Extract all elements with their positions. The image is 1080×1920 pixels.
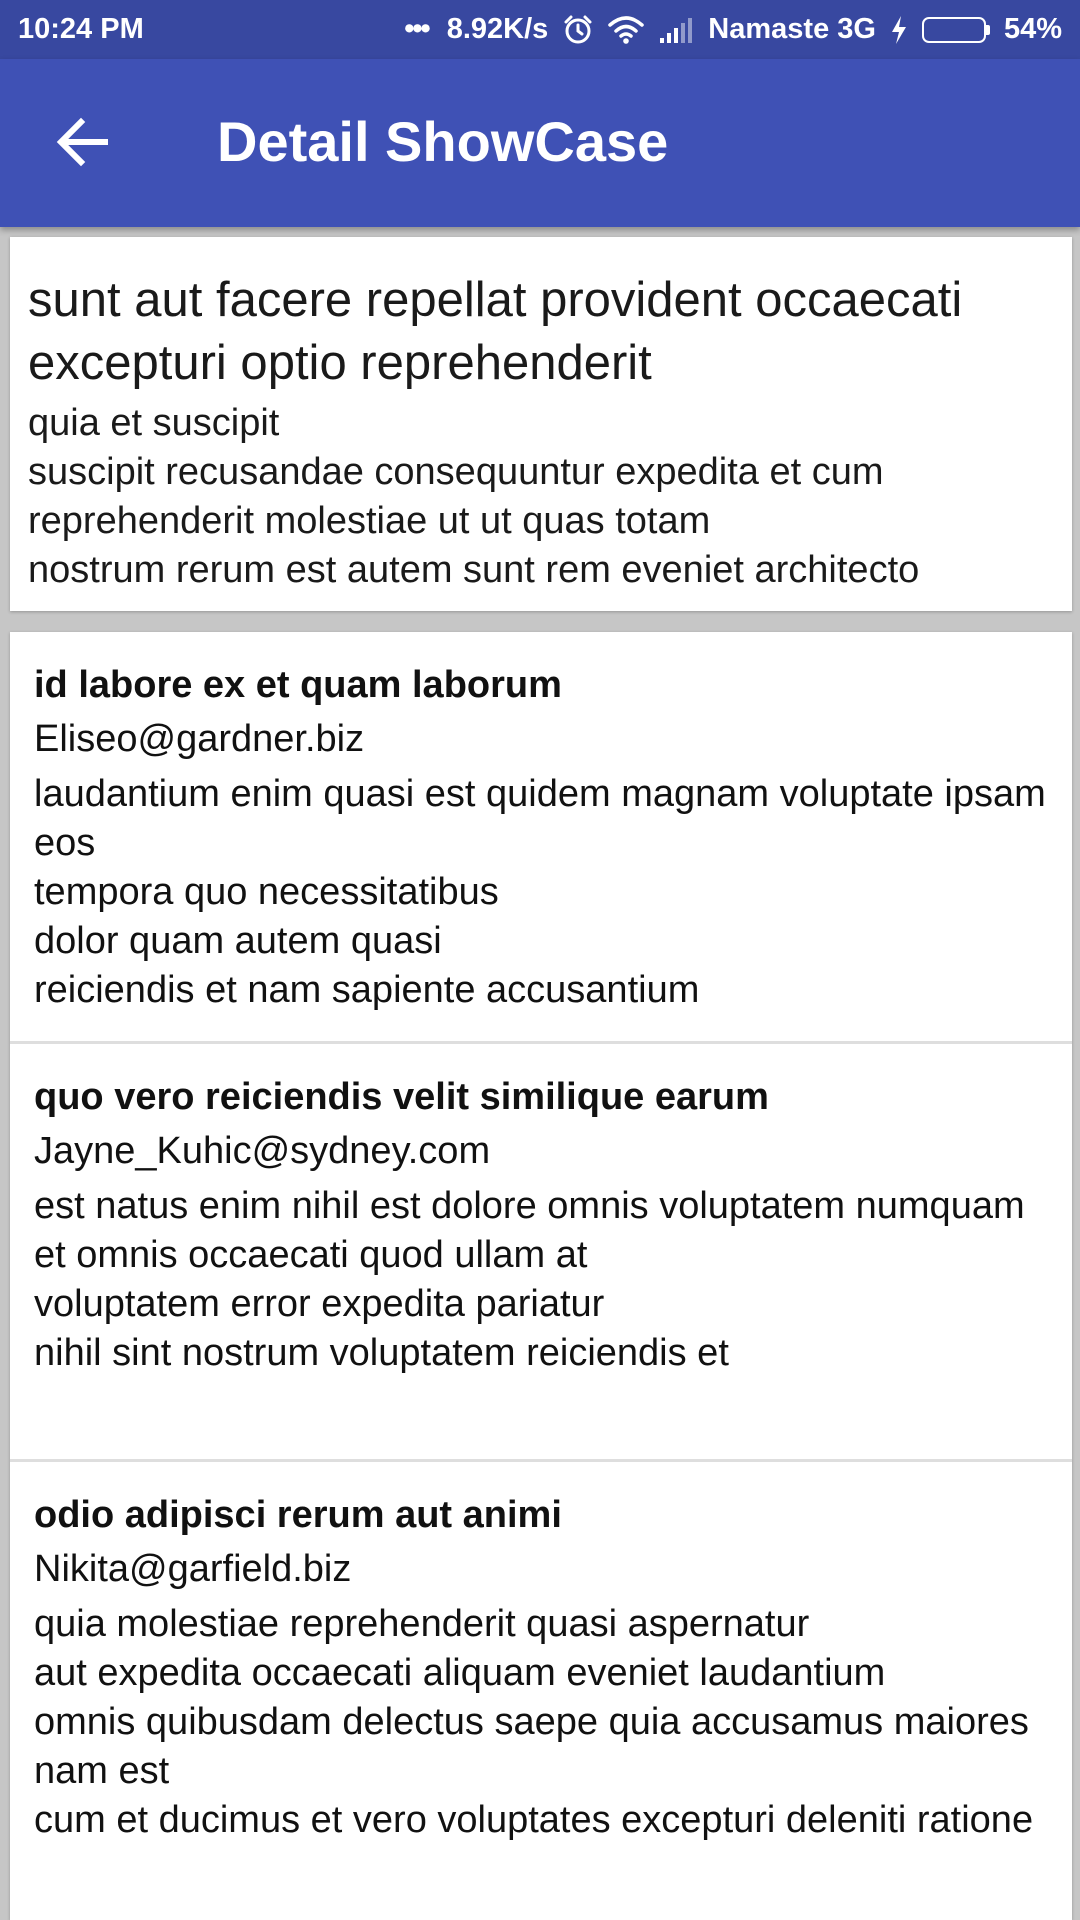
comment-item[interactable]: odio adipisci rerum aut animi Nikita@gar… <box>10 1459 1072 1877</box>
comments-list[interactable]: id labore ex et quam laborum Eliseo@gard… <box>10 632 1072 1920</box>
comment-name: quo vero reiciendis velit similique earu… <box>34 1076 769 1118</box>
alarm-icon <box>562 14 594 46</box>
battery-icon <box>921 16 990 43</box>
back-button[interactable] <box>38 109 128 179</box>
arrow-back-icon <box>55 116 111 173</box>
wifi-icon <box>608 15 645 45</box>
comment-item[interactable]: quo vero reiciendis velit similique earu… <box>10 1041 1072 1459</box>
more-dots-icon: ••• <box>404 13 431 45</box>
comment-name: odio adipisci rerum aut animi <box>34 1494 562 1536</box>
comment-email: Eliseo@gardner.biz <box>34 718 365 760</box>
comment-email: Nikita@garfield.biz <box>34 1548 352 1590</box>
comment-body: laudantium enim quasi est quidem magnam … <box>34 773 1046 1011</box>
status-time: 10:24 PM <box>18 13 144 45</box>
signal-icon <box>658 16 694 44</box>
status-indicators: ••• 8.92K/s Namaste 3G 54% <box>404 13 1062 46</box>
comment-body: quia molestiae reprehenderit quasi asper… <box>34 1603 1034 1841</box>
comment-item[interactable]: id labore ex et quam laborum Eliseo@gard… <box>10 632 1072 1041</box>
network-speed: 8.92K/s <box>446 13 549 45</box>
comment-body: est natus enim nihil est dolore omnis vo… <box>34 1185 1025 1374</box>
comment-name: id labore ex et quam laborum <box>34 664 562 706</box>
post-title: sunt aut facere repellat provident occae… <box>28 273 963 390</box>
charging-icon <box>890 15 908 45</box>
page-title: Detail ShowCase <box>217 110 669 173</box>
post-card: sunt aut facere repellat provident occae… <box>10 237 1072 611</box>
comment-email: Jayne_Kuhic@sydney.com <box>34 1130 491 1172</box>
carrier-name: Namaste 3G <box>708 13 876 45</box>
post-body: quia et suscipit suscipit recusandae con… <box>28 402 920 591</box>
app-bar: Detail ShowCase <box>0 59 1080 227</box>
status-bar: 10:24 PM ••• 8.92K/s Namaste 3G 54% <box>0 0 1080 59</box>
battery-percent: 54% <box>1003 13 1062 45</box>
